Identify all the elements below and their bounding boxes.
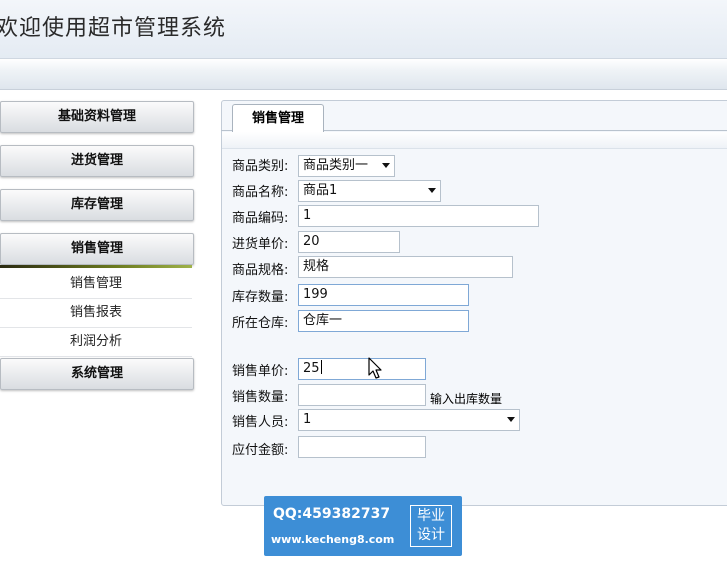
product-spec-input[interactable]: 规格 (298, 256, 513, 278)
mouse-pointer-icon (368, 357, 382, 379)
app-title: 欢迎使用超市管理系统 (0, 16, 227, 41)
sale-price-value: 25 (303, 361, 320, 376)
chevron-down-icon (382, 163, 390, 168)
content-panel (221, 100, 727, 506)
menu-purchase[interactable]: 进货管理 (0, 145, 194, 177)
menu-active-indicator (0, 265, 192, 268)
warehouse-label: 所在仓库: (232, 316, 289, 331)
tab-sales-management[interactable]: 销售管理 (232, 104, 324, 133)
purchase-price-label: 进货单价: (232, 237, 289, 252)
sale-qty-hint: 输入出库数量 (430, 392, 503, 406)
salesperson-value: 1 (303, 412, 312, 427)
warehouse-input[interactable]: 仓库一 (298, 310, 469, 332)
code-label: 商品编码: (232, 211, 289, 226)
text-caret (320, 360, 322, 374)
menu-basic-data[interactable]: 基础资料管理 (0, 101, 194, 133)
watermark-badge-line2: 设计 (417, 527, 445, 543)
salesperson-select[interactable]: 1 (298, 409, 520, 431)
category-select[interactable]: 商品类别一 (298, 155, 395, 177)
product-code-input[interactable]: 1 (298, 205, 539, 227)
stock-qty-input[interactable]: 199 (298, 284, 469, 306)
salesperson-label: 销售人员: (232, 415, 289, 430)
watermark-banner: QQ:459382737 www.kecheng8.com 毕业 设计 (264, 496, 462, 556)
menu-inventory[interactable]: 库存管理 (0, 189, 194, 221)
spec-label: 商品规格: (232, 263, 289, 278)
watermark-qq: QQ:459382737 (273, 506, 391, 522)
sale-qty-label: 销售数量: (232, 390, 289, 405)
amount-due-label: 应付金额: (232, 443, 289, 458)
app-header: 欢迎使用超市管理系统 (0, 0, 727, 58)
menu-sales[interactable]: 销售管理 (0, 233, 194, 265)
sale-price-label: 销售单价: (232, 364, 289, 379)
stock-qty-label: 库存数量: (232, 290, 289, 305)
menu-system[interactable]: 系统管理 (0, 358, 194, 390)
category-label: 商品类别: (232, 159, 289, 174)
submenu-sales-management[interactable]: 销售管理 (0, 270, 192, 299)
chevron-down-icon (507, 417, 515, 422)
category-value: 商品类别一 (303, 158, 369, 173)
submenu-sales-report[interactable]: 销售报表 (0, 299, 192, 328)
watermark-badge-line1: 毕业 (417, 508, 445, 524)
chevron-down-icon (428, 188, 436, 193)
purchase-price-input[interactable]: 20 (298, 231, 400, 253)
tab-header-band (222, 132, 727, 149)
watermark-url: www.kecheng8.com (271, 533, 395, 546)
product-name-select[interactable]: 商品1 (298, 180, 441, 202)
name-label: 商品名称: (232, 185, 289, 200)
toolbar-band (0, 58, 727, 90)
product-name-value: 商品1 (303, 183, 338, 198)
sale-price-input[interactable]: 25 (298, 358, 426, 380)
sale-qty-input[interactable] (298, 384, 426, 406)
submenu-profit-analysis[interactable]: 利润分析 (0, 328, 192, 357)
watermark-badge: 毕业 设计 (410, 505, 452, 547)
amount-due-input[interactable] (298, 436, 426, 458)
